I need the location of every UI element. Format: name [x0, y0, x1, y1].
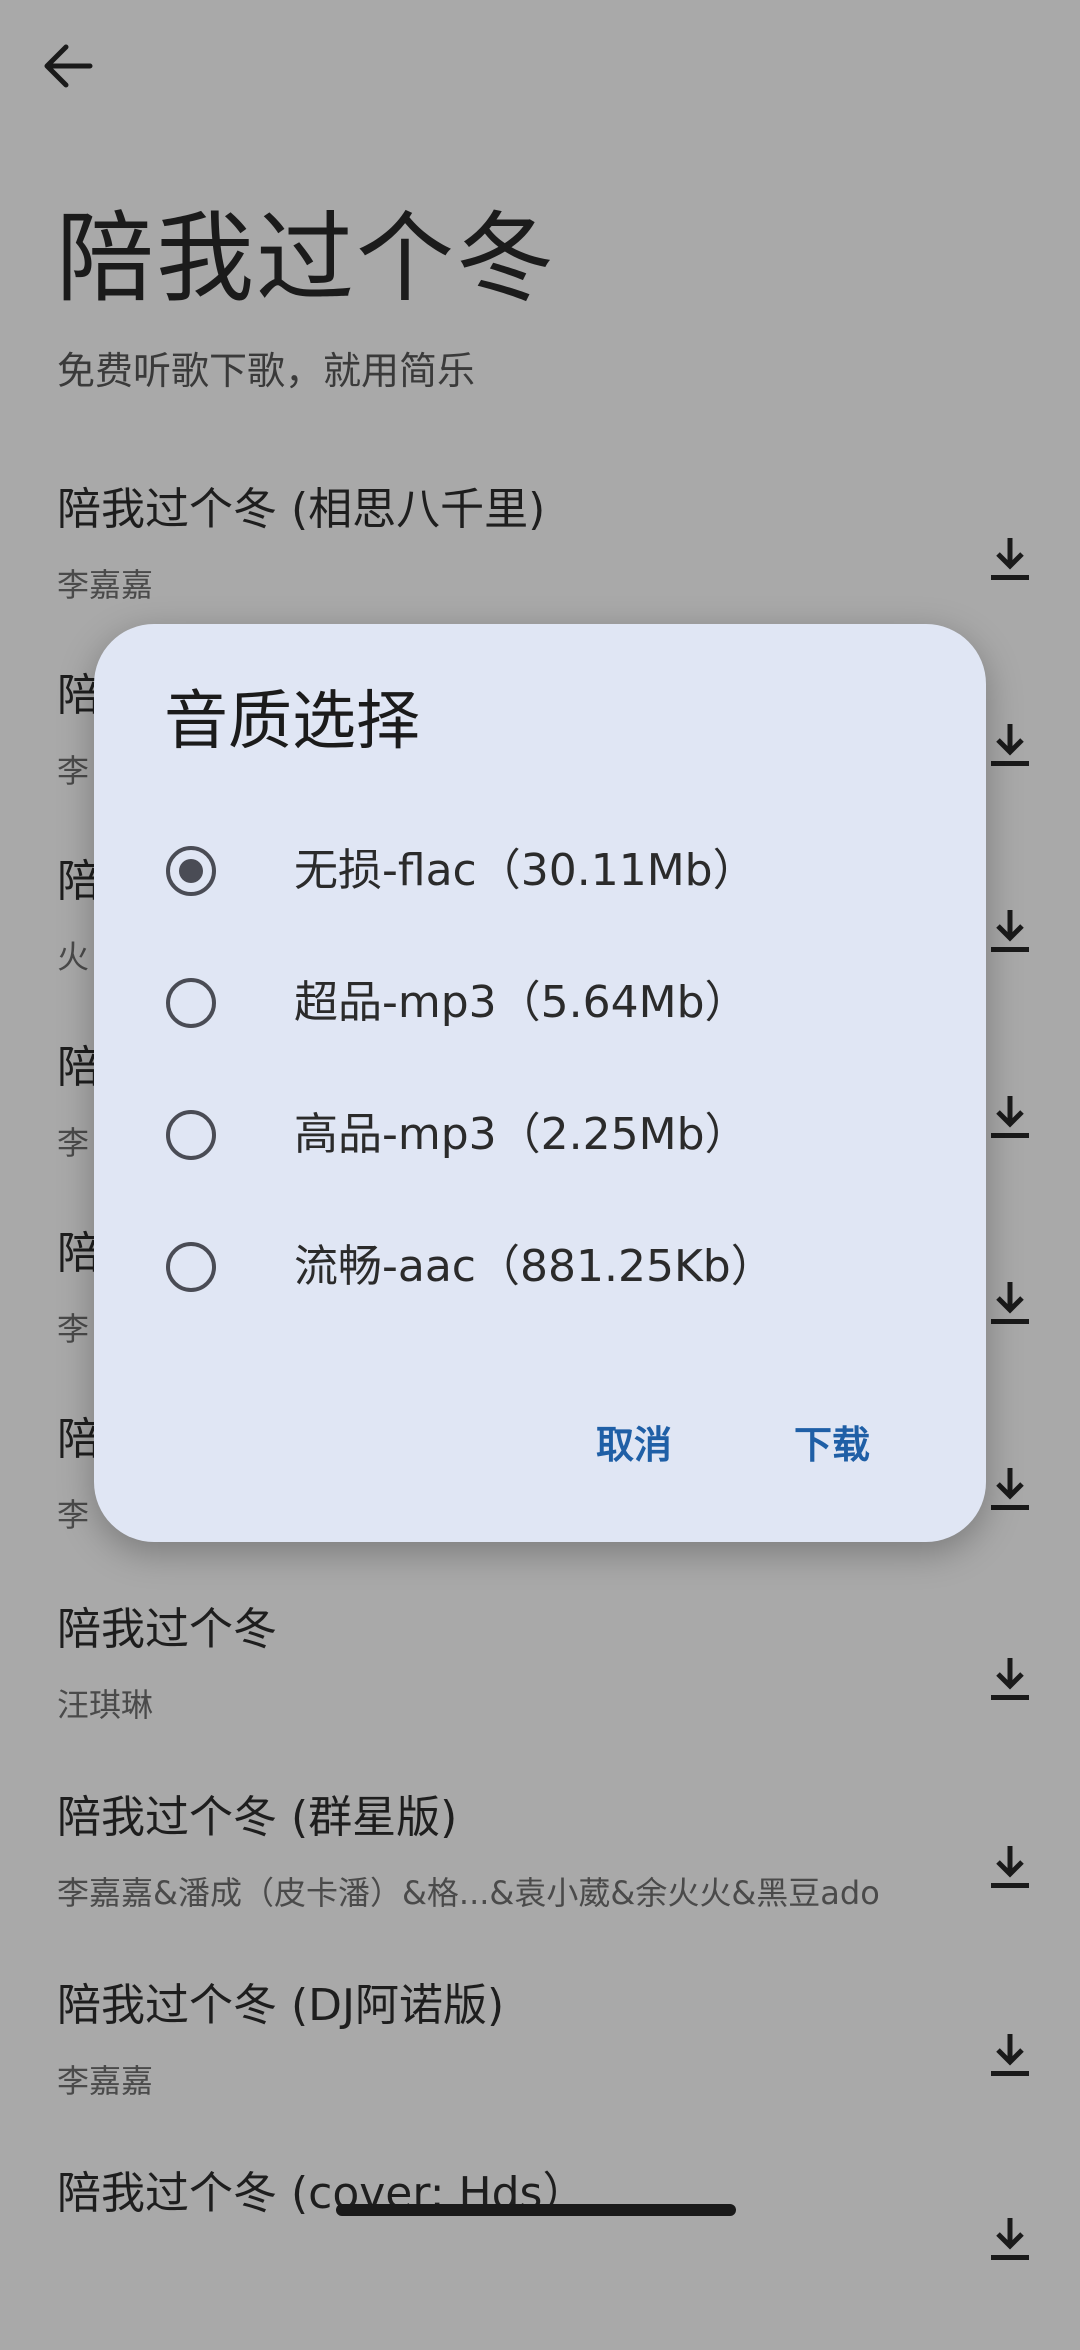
song-item[interactable]: 陪我过个冬 (群星版) 李嘉嘉&潘成（皮卡潘）&格...&袁小葳&余火火&黑豆a…	[0, 1788, 1080, 1974]
download-button[interactable]	[980, 1268, 1040, 1340]
song-artist: 李	[57, 1496, 90, 1534]
song-item[interactable]: 陪我过个冬 (DJ阿诺版) 李嘉嘉	[0, 1976, 1080, 2162]
song-artist: 李嘉嘉	[57, 2062, 154, 2100]
song-artist: 汪琪琳	[57, 1686, 154, 1724]
song-artist: 李嘉嘉	[57, 566, 154, 604]
quality-option-label: 流畅-aac（881.25Kb）	[294, 1241, 775, 1292]
download-button[interactable]	[980, 710, 1040, 782]
download-button[interactable]	[980, 524, 1040, 596]
download-icon	[990, 1092, 1030, 1144]
song-artist: 李	[57, 1124, 90, 1162]
cancel-button[interactable]: 取消	[586, 1410, 682, 1480]
download-button[interactable]	[980, 1832, 1040, 1904]
quality-option-label: 超品-mp3（5.64Mb）	[294, 977, 749, 1028]
download-button[interactable]	[980, 2204, 1040, 2276]
song-title: 陪我过个冬 (DJ阿诺版)	[57, 1980, 505, 2031]
arrow-left-icon	[42, 42, 94, 94]
quality-option-mp3-high[interactable]: 高品-mp3（2.25Mb）	[94, 1082, 986, 1192]
download-icon	[990, 534, 1030, 586]
download-button[interactable]	[980, 1454, 1040, 1526]
download-icon	[990, 1842, 1030, 1894]
download-icon	[990, 2214, 1030, 2266]
song-title: 陪我过个冬	[57, 1604, 277, 1655]
radio-button[interactable]	[166, 1110, 216, 1160]
song-artist: 李	[57, 752, 90, 790]
download-icon	[990, 1464, 1030, 1516]
page-title: 陪我过个冬	[56, 202, 557, 316]
quality-dialog: 音质选择 无损-flac（30.11Mb） 超品-mp3（5.64Mb） 高品-…	[94, 624, 986, 1542]
song-item[interactable]: 陪我过个冬 (cover: Hds）	[0, 2164, 1080, 2350]
song-artist: 李	[57, 1310, 90, 1348]
radio-button-selected[interactable]	[166, 846, 216, 896]
song-item[interactable]: 陪我过个冬 汪琪琳	[0, 1600, 1080, 1786]
quality-option-mp3-super[interactable]: 超品-mp3（5.64Mb）	[94, 950, 986, 1060]
download-icon	[990, 906, 1030, 958]
radio-button[interactable]	[166, 978, 216, 1028]
song-title: 陪我过个冬 (群星版)	[57, 1792, 458, 1843]
dialog-title: 音质选择	[164, 685, 420, 759]
download-button[interactable]	[980, 2020, 1040, 2092]
download-icon	[990, 720, 1030, 772]
download-icon	[990, 1654, 1030, 1706]
song-title: 陪我过个冬 (相思八千里)	[57, 484, 546, 535]
quality-option-aac[interactable]: 流畅-aac（881.25Kb）	[94, 1214, 986, 1324]
page-subtitle: 免费听歌下歌，就用简乐	[57, 349, 476, 393]
quality-option-flac[interactable]: 无损-flac（30.11Mb）	[94, 818, 986, 928]
download-button[interactable]	[980, 1082, 1040, 1154]
download-icon	[990, 1278, 1030, 1330]
download-button[interactable]	[980, 896, 1040, 968]
back-button[interactable]	[42, 36, 114, 100]
download-icon	[990, 2030, 1030, 2082]
download-button[interactable]	[980, 1644, 1040, 1716]
home-indicator[interactable]	[336, 2204, 736, 2216]
song-artist: 火	[57, 938, 90, 976]
quality-option-label: 无损-flac（30.11Mb）	[294, 845, 757, 896]
download-confirm-button[interactable]: 下载	[784, 1410, 880, 1480]
quality-option-label: 高品-mp3（2.25Mb）	[294, 1109, 749, 1160]
song-artist: 李嘉嘉&潘成（皮卡潘）&格...&袁小葳&余火火&黑豆ado	[57, 1874, 880, 1912]
radio-button[interactable]	[166, 1242, 216, 1292]
